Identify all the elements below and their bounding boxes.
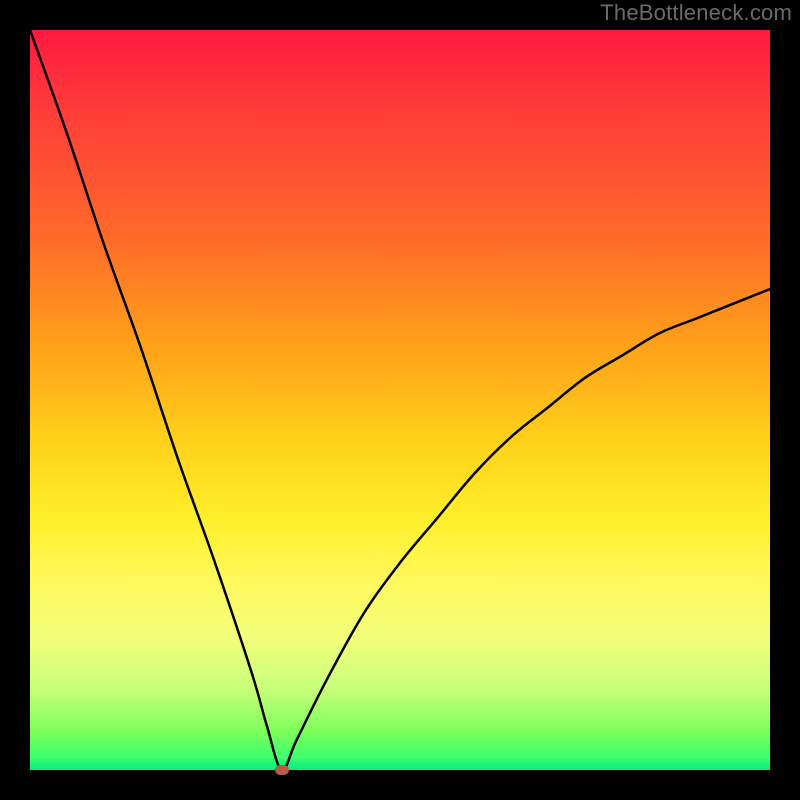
plot-outer (30, 30, 770, 770)
chart-frame: TheBottleneck.com (0, 0, 800, 800)
watermark-text: TheBottleneck.com (600, 0, 792, 26)
bottleneck-curve (30, 30, 770, 770)
minimum-marker (275, 765, 289, 775)
